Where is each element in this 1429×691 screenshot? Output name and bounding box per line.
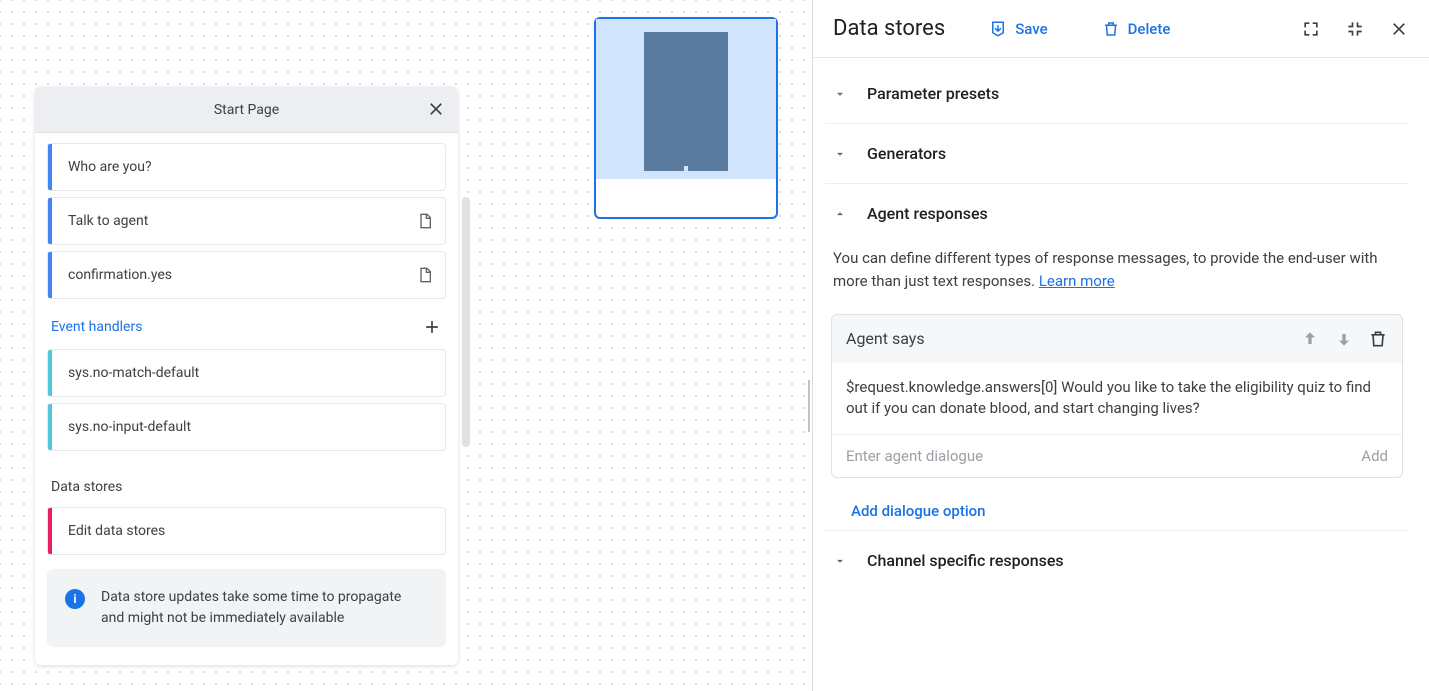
exit-fullscreen-icon[interactable] — [1345, 19, 1365, 39]
learn-more-link[interactable]: Learn more — [1039, 272, 1115, 290]
chevron-down-icon — [831, 554, 849, 568]
section-label: Parameter presets — [867, 84, 999, 103]
start-page-panel: Start Page Who are you? Talk to agent — [35, 87, 458, 665]
event-handlers-header: Event handlers — [47, 299, 446, 343]
info-icon: i — [65, 589, 85, 609]
close-panel-icon[interactable] — [1389, 19, 1409, 39]
agent-says-title: Agent says — [846, 329, 1286, 348]
pane-resize-handle[interactable] — [808, 380, 812, 432]
agent-response-text[interactable]: $request.knowledge.answers[0] Would you … — [832, 363, 1402, 436]
agent-dialogue-input-row: Add — [832, 435, 1402, 477]
delete-label: Delete — [1128, 20, 1171, 38]
side-panel-header: Data stores Save Delete — [813, 0, 1429, 58]
start-page-header: Start Page — [35, 87, 458, 133]
event-handler-row[interactable]: sys.no-match-default — [47, 349, 446, 397]
chevron-down-icon — [831, 147, 849, 161]
agent-dialogue-input[interactable] — [846, 447, 1361, 465]
section-generators[interactable]: Generators — [825, 124, 1409, 184]
delete-response-icon[interactable] — [1368, 329, 1388, 349]
delete-button[interactable]: Delete — [1102, 20, 1171, 38]
intent-label: confirmation.yes — [68, 267, 417, 283]
add-response-button[interactable]: Add — [1361, 447, 1388, 465]
flow-canvas[interactable]: Start Page Who are you? Talk to agent — [0, 0, 812, 691]
agent-says-card: Agent says $request.knowledge.answers[0]… — [831, 314, 1403, 479]
fullscreen-icon[interactable] — [1301, 19, 1321, 39]
save-button[interactable]: Save — [989, 20, 1047, 38]
data-stores-label: Data stores — [51, 479, 122, 495]
section-agent-responses[interactable]: Agent responses — [825, 184, 1409, 243]
data-store-info-box: i Data store updates take some time to p… — [47, 569, 446, 647]
event-handlers-label: Event handlers — [51, 319, 142, 335]
panel-scrollbar[interactable] — [462, 197, 470, 447]
side-panel-title: Data stores — [833, 16, 945, 41]
close-icon[interactable] — [426, 99, 446, 119]
agent-responses-description: You can define different types of respon… — [831, 243, 1403, 314]
data-stores-header: Data stores — [47, 451, 446, 501]
section-label: Agent responses — [867, 204, 988, 223]
move-up-icon[interactable] — [1300, 329, 1320, 349]
side-panel: Data stores Save Delete Parameter preset… — [812, 0, 1429, 691]
chevron-up-icon — [831, 207, 849, 221]
edit-data-stores-row[interactable]: Edit data stores — [47, 507, 446, 555]
section-label: Generators — [867, 144, 946, 163]
event-handler-row[interactable]: sys.no-input-default — [47, 403, 446, 451]
event-handler-label: sys.no-input-default — [68, 419, 433, 435]
save-label: Save — [1015, 20, 1047, 38]
chevron-down-icon — [831, 87, 849, 101]
section-label: Channel specific responses — [867, 551, 1064, 570]
page-icon — [417, 213, 433, 229]
intent-row[interactable]: Talk to agent — [47, 197, 446, 245]
intent-row[interactable]: confirmation.yes — [47, 251, 446, 299]
intent-label: Who are you? — [68, 159, 433, 175]
move-down-icon[interactable] — [1334, 329, 1354, 349]
add-dialogue-option-button[interactable]: Add dialogue option — [831, 478, 1403, 530]
minimap-viewport — [596, 19, 776, 179]
canvas-minimap[interactable] — [594, 17, 778, 219]
intent-row[interactable]: Who are you? — [47, 143, 446, 191]
page-icon — [417, 267, 433, 283]
intent-label: Talk to agent — [68, 213, 417, 229]
add-event-handler-button[interactable] — [422, 317, 442, 337]
section-channel-specific[interactable]: Channel specific responses — [825, 530, 1409, 590]
start-page-title: Start Page — [214, 102, 279, 118]
info-text: Data store updates take some time to pro… — [101, 587, 428, 629]
event-handler-label: sys.no-match-default — [68, 365, 433, 381]
edit-data-stores-label: Edit data stores — [68, 523, 433, 539]
section-parameter-presets[interactable]: Parameter presets — [825, 64, 1409, 124]
